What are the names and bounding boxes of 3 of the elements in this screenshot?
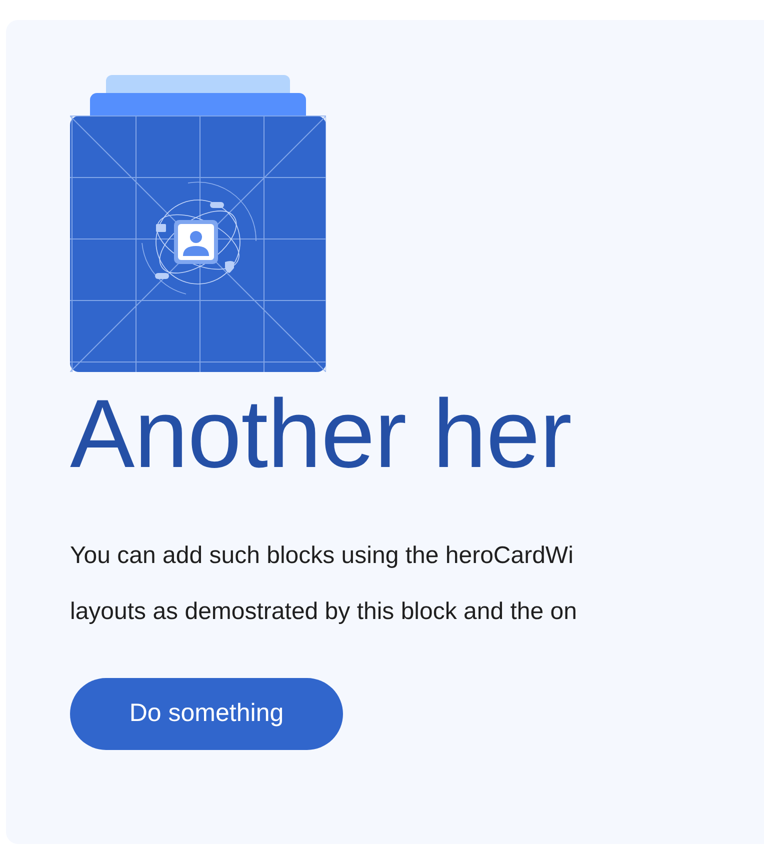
do-something-button[interactable]: Do something (70, 678, 343, 750)
hero-heading: Another her (70, 378, 572, 490)
hero-description: You can add such blocks using the heroCardWi layouts as demostrated by this block and the on (70, 540, 578, 627)
